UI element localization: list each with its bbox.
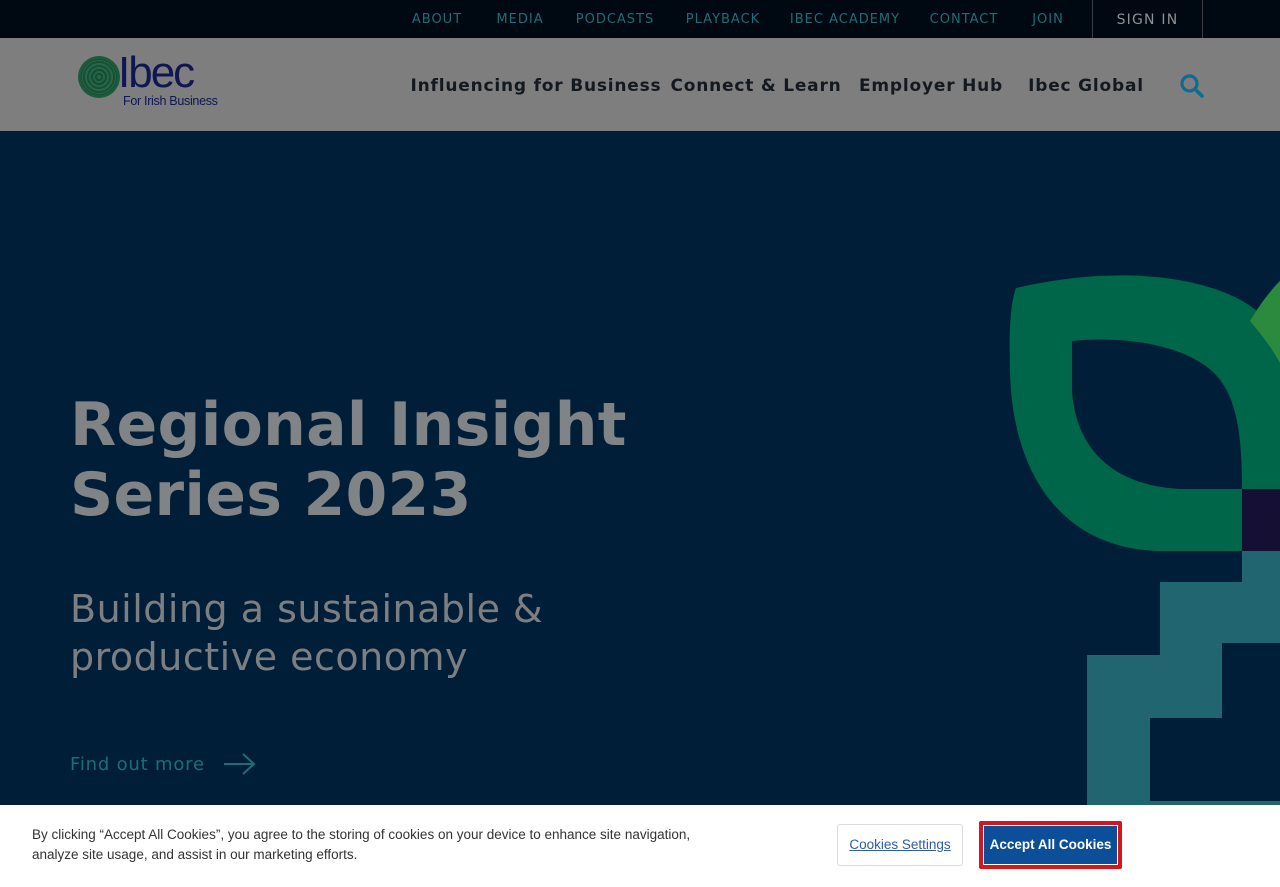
cookie-consent-banner: By clicking “Accept All Cookies”, you ag… (0, 805, 1280, 887)
nav-employer-hub[interactable]: Employer Hub (859, 76, 1003, 96)
nav-influencing-for-business[interactable]: Influencing for Business (411, 76, 662, 96)
utility-link-ibec-academy[interactable]: IBEC ACADEMY (790, 0, 900, 38)
arrow-right-icon (223, 753, 256, 775)
nav-connect-and-learn[interactable]: Connect & Learn (670, 76, 841, 96)
hero-title-line: Series 2023 (70, 460, 472, 530)
hero-title-line: Regional Insight (70, 390, 627, 460)
cookie-text-line: By clicking “Accept All Cookies”, you ag… (32, 827, 691, 842)
hero-subtitle: Building a sustainable & productive econ… (70, 585, 630, 681)
cookie-consent-text: By clicking “Accept All Cookies”, you ag… (32, 825, 712, 864)
nav-ibec-global[interactable]: Ibec Global (1028, 76, 1144, 96)
accept-all-cookies-label: Accept All Cookies (983, 825, 1118, 865)
cookies-settings-button[interactable]: Cookies Settings (837, 824, 963, 866)
search-icon[interactable] (1179, 73, 1205, 99)
logo-mark-icon (78, 56, 120, 98)
accept-all-cookies-button[interactable]: Accept All Cookies (979, 821, 1122, 869)
utility-nav: ABOUT MEDIA PODCASTS PLAYBACK IBEC ACADE… (0, 0, 1092, 38)
find-out-more-link[interactable]: Find out more (70, 750, 257, 778)
ibec-logo[interactable]: Ibec For Irish Business (78, 48, 228, 112)
hero-subtitle-line: Building a sustainable & (70, 587, 544, 631)
find-out-more-label: Find out more (70, 753, 205, 775)
hero-title: Regional Insight Series 2023 (70, 390, 690, 530)
main-header: Ibec For Irish Business Influencing for … (0, 38, 1280, 131)
utility-link-media[interactable]: MEDIA (496, 0, 543, 38)
utility-link-join[interactable]: JOIN (1032, 0, 1064, 38)
utility-link-contact[interactable]: CONTACT (930, 0, 999, 38)
hero-banner: Regional Insight Series 2023 Building a … (0, 131, 1280, 805)
hero-subtitle-line: productive economy (70, 635, 469, 679)
cookie-text-line: analyze site usage, and assist in our ma… (32, 846, 358, 862)
utility-link-podcasts[interactable]: PODCASTS (576, 0, 655, 38)
utility-link-playback[interactable]: PLAYBACK (686, 0, 760, 38)
utility-link-about[interactable]: ABOUT (412, 0, 462, 38)
logo-wordmark: Ibec (118, 48, 195, 97)
logo-tagline: For Irish Business (123, 94, 218, 108)
utility-bar: ABOUT MEDIA PODCASTS PLAYBACK IBEC ACADE… (0, 0, 1280, 38)
sign-in-link[interactable]: SIGN IN (1092, 0, 1203, 38)
